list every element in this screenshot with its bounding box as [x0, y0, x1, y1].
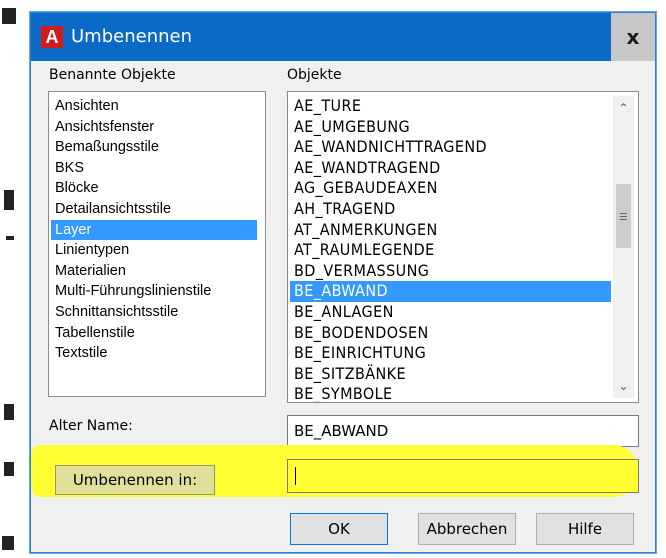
list-item-bloecke[interactable]: Blöcke	[51, 178, 99, 198]
list-item-multi-fuehrungslinienstile[interactable]: Multi-Führungslinienstile	[51, 281, 211, 301]
background-fragment	[4, 404, 14, 420]
list-item-object[interactable]: AE_WANDTRAGEND	[290, 158, 441, 179]
list-item-tabellenstile[interactable]: Tabellenstile	[51, 323, 135, 343]
ok-button[interactable]: OK	[290, 513, 388, 545]
background-app-top	[30, 0, 666, 12]
list-item-object[interactable]: BE_BODENDOSEN	[290, 323, 429, 344]
list-item-object[interactable]: AT_ANMERKUNGEN	[290, 220, 438, 241]
objects-label: Objekte	[287, 67, 342, 83]
cancel-button[interactable]: Abbrechen	[418, 513, 516, 545]
list-item-linientypen[interactable]: Linientypen	[51, 240, 129, 260]
old-name-field: BE_ABWAND	[287, 415, 639, 447]
dialog-title: Umbenennen	[71, 26, 192, 47]
rename-to-button[interactable]: Umbenennen in:	[55, 465, 215, 495]
named-objects-list[interactable]: Ansichten Ansichtsfenster Bemaßungsstile…	[48, 91, 266, 397]
scrollbar-thumb[interactable]	[616, 184, 631, 248]
list-item-object[interactable]: BD_VERMASSUNG	[290, 261, 429, 282]
list-item-object[interactable]: AE_UMGEBUNG	[290, 117, 410, 138]
objects-scrollbar[interactable]: ⌃ ⌄	[613, 96, 634, 398]
grip-line	[620, 213, 627, 214]
list-item-schnittansichtsstile[interactable]: Schnittansichtsstile	[51, 302, 178, 322]
list-item-object[interactable]: AE_WANDNICHTTRAGEND	[290, 137, 487, 158]
grip-line	[620, 219, 627, 220]
autocad-app-icon: A	[41, 26, 63, 48]
title-bar[interactable]: A Umbenennen x	[31, 13, 655, 61]
list-item-ansichten[interactable]: Ansichten	[51, 96, 119, 116]
text-caret	[295, 466, 296, 485]
list-item-object[interactable]: BE_SITZBÄNKE	[290, 364, 406, 385]
background-fragment	[2, 8, 16, 24]
list-item-object-selected[interactable]: BE_ABWAND	[290, 281, 611, 302]
rename-to-input[interactable]	[287, 459, 639, 493]
list-item-object[interactable]: AT_RAUMLEGENDE	[290, 240, 435, 261]
list-item-bemassungsstile[interactable]: Bemaßungsstile	[51, 137, 159, 157]
background-fragment	[4, 462, 14, 476]
background-app-strip	[0, 0, 30, 558]
list-item-object[interactable]: BE_SYMBOLE	[290, 384, 393, 402]
background-fragment	[4, 190, 14, 210]
list-item-layer[interactable]: Layer	[51, 219, 257, 240]
list-item-object[interactable]: BE_EINRICHTUNG	[290, 343, 426, 364]
named-objects-label: Benannte Objekte	[49, 67, 176, 83]
list-item-materialien[interactable]: Materialien	[51, 261, 126, 281]
old-name-label: Alter Name:	[49, 418, 133, 434]
list-item-object[interactable]: BE_ANLAGEN	[290, 302, 394, 323]
rename-dialog: A Umbenennen x Benannte Objekte Ansichte…	[30, 12, 656, 553]
background-fragment	[2, 536, 14, 550]
list-item-detailansichtsstile[interactable]: Detailansichtsstile	[51, 199, 171, 219]
scroll-up-arrow-icon[interactable]: ⌃	[613, 98, 634, 118]
scroll-down-arrow-icon[interactable]: ⌄	[613, 376, 634, 396]
list-item-object[interactable]: AG_GEBAUDEAXEN	[290, 178, 438, 199]
list-item-object[interactable]: AE_TURE	[290, 96, 361, 117]
list-item-ansichtsfenster[interactable]: Ansichtsfenster	[51, 117, 154, 137]
background-fragment	[6, 236, 14, 240]
objects-list[interactable]: AE_TURE AE_UMGEBUNG AE_WANDNICHTTRAGEND …	[287, 91, 639, 403]
list-item-textstile[interactable]: Textstile	[51, 343, 107, 363]
grip-line	[620, 216, 627, 217]
list-item-object[interactable]: AH_TRAGEND	[290, 199, 396, 220]
list-item-bks[interactable]: BKS	[51, 158, 84, 178]
help-button[interactable]: Hilfe	[536, 513, 634, 545]
close-button[interactable]: x	[611, 13, 655, 61]
